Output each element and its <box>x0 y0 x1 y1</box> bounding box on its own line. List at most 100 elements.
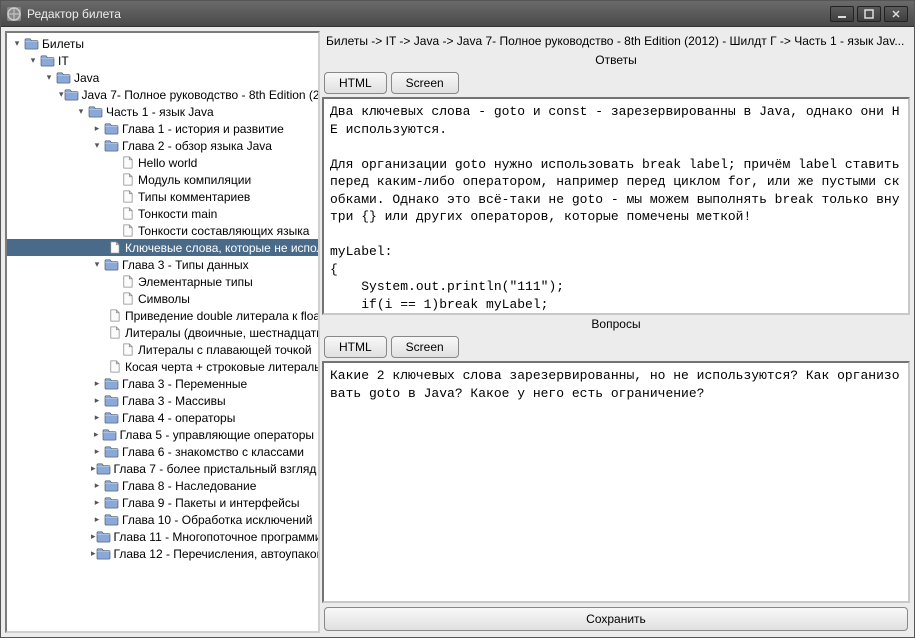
tree-node-label: Глава 5 - управляющие операторы <box>120 428 314 442</box>
file-icon <box>119 292 135 306</box>
folder-icon <box>102 428 117 442</box>
folder-icon <box>64 88 79 102</box>
questions-textarea[interactable]: Какие 2 ключевых слова зарезервированны,… <box>322 361 910 603</box>
folder-icon <box>103 496 119 510</box>
folder-icon <box>103 377 119 391</box>
tree-node[interactable]: ▸Глава 11 - Многопоточное программирован… <box>7 528 318 545</box>
tree-node[interactable]: Hello world <box>7 154 318 171</box>
content-panel: Билеты -> IT -> Java -> Java 7- Полное р… <box>320 27 914 637</box>
folder-icon <box>103 394 119 408</box>
expand-arrow-open-icon[interactable]: ▾ <box>75 106 87 117</box>
expand-arrow-closed-icon[interactable]: ▸ <box>91 429 102 440</box>
tree-node[interactable]: ▾ IT <box>7 52 318 69</box>
tree-node[interactable]: ▸ Глава 5 - управляющие операторы <box>7 426 318 443</box>
tree-node[interactable]: ▸Глава 7 - более пристальный взгляд <box>7 460 318 477</box>
tree-node[interactable]: ▸ Глава 4 - операторы <box>7 409 318 426</box>
tree-node[interactable]: ▾ Билеты <box>7 35 318 52</box>
ticket-tree[interactable]: ▾Билеты▾IT▾Java▾Java 7- Полное руководст… <box>7 33 318 564</box>
tree-node-label: Глава 4 - операторы <box>122 411 235 425</box>
tree-node[interactable]: ▾ Глава 2 - обзор языка Java <box>7 137 318 154</box>
close-button[interactable] <box>884 6 908 22</box>
questions-screen-button[interactable]: Screen <box>391 336 459 358</box>
tree-node-label: Глава 6 - знакомство с классами <box>122 445 304 459</box>
file-icon <box>107 360 122 374</box>
tree-node-label: IT <box>58 54 69 68</box>
expand-arrow-closed-icon[interactable]: ▸ <box>91 497 103 508</box>
tree-node[interactable]: ▾ Часть 1 - язык Java <box>7 103 318 120</box>
tree-node-label: Hello world <box>138 156 197 170</box>
folder-icon <box>103 513 119 527</box>
tree-node[interactable]: Приведение double литерала к float <box>7 307 318 324</box>
tree-node[interactable]: ▸Глава 12 - Перечисления, автоупаковка <box>7 545 318 562</box>
titlebar[interactable]: Редактор билета <box>1 1 914 27</box>
answers-screen-button[interactable]: Screen <box>391 72 459 94</box>
expand-arrow-open-icon[interactable]: ▾ <box>91 259 103 270</box>
folder-icon <box>96 462 111 476</box>
questions-html-button[interactable]: HTML <box>324 336 387 358</box>
expand-arrow-open-icon[interactable]: ▾ <box>43 72 55 83</box>
tree-node[interactable]: ▸ Глава 3 - Массивы <box>7 392 318 409</box>
save-row: Сохранить <box>322 603 910 633</box>
tree-node[interactable]: ▾ Java <box>7 69 318 86</box>
answers-textarea[interactable]: Два ключевых слова - goto и const - заре… <box>322 97 910 315</box>
tree-node-label: Глава 3 - Переменные <box>122 377 247 391</box>
tree-node[interactable]: Литералы с плавающей точкой <box>7 341 318 358</box>
main-area: ▾Билеты▾IT▾Java▾Java 7- Полное руководст… <box>1 27 914 637</box>
expand-arrow-closed-icon[interactable]: ▸ <box>91 480 103 491</box>
expand-arrow-closed-icon[interactable]: ▸ <box>91 123 103 134</box>
questions-header: Вопросы <box>322 315 910 333</box>
expand-arrow-closed-icon[interactable]: ▸ <box>91 514 103 525</box>
tree-node[interactable]: ▾ Глава 3 - Типы данных <box>7 256 318 273</box>
file-icon <box>119 224 135 238</box>
expand-arrow-open-icon[interactable]: ▾ <box>27 55 39 66</box>
tree-node[interactable]: Тонкости составляющих языка <box>7 222 318 239</box>
tree-node[interactable]: Элементарные типы <box>7 273 318 290</box>
expand-arrow-closed-icon[interactable]: ▸ <box>91 446 103 457</box>
tree-node-label: Часть 1 - язык Java <box>106 105 214 119</box>
tree-node-label: Билеты <box>42 37 84 51</box>
folder-icon <box>103 445 119 459</box>
file-icon <box>107 241 122 255</box>
tree-node-label: Глава 3 - Массивы <box>122 394 226 408</box>
tree-node-label: Глава 10 - Обработка исключений <box>122 513 312 527</box>
tree-node[interactable]: Тонкости main <box>7 205 318 222</box>
tree-node-label: Косая черта + строковые литералы <box>125 360 320 374</box>
expand-arrow-closed-icon[interactable]: ▸ <box>91 395 103 406</box>
tree-node-label: Глава 11 - Многопоточное программировани… <box>114 530 320 544</box>
answers-html-button[interactable]: HTML <box>324 72 387 94</box>
folder-icon <box>103 122 119 136</box>
file-icon <box>107 326 122 340</box>
expand-arrow-open-icon[interactable]: ▾ <box>91 140 103 151</box>
tree-node[interactable]: Ключевые слова, которые не используются <box>7 239 318 256</box>
tree-node[interactable]: ▸ Глава 3 - Переменные <box>7 375 318 392</box>
tree-node[interactable]: Модуль компиляции <box>7 171 318 188</box>
tree-node-label: Тонкости составляющих языка <box>138 224 309 238</box>
tree-node[interactable]: Литералы (двоичные, шестнадцатиричные) <box>7 324 318 341</box>
file-icon <box>119 173 135 187</box>
folder-icon <box>87 105 103 119</box>
tree-node[interactable]: ▸ Глава 10 - Обработка исключений <box>7 511 318 528</box>
minimize-button[interactable] <box>830 6 854 22</box>
tree-node-label: Глава 3 - Типы данных <box>122 258 249 272</box>
maximize-button[interactable] <box>857 6 881 22</box>
tree-node-label: Java <box>74 71 99 85</box>
tree-node[interactable]: Символы <box>7 290 318 307</box>
expand-arrow-open-icon[interactable]: ▾ <box>11 38 23 49</box>
tree-node[interactable]: ▾Java 7- Полное руководство - 8th Editio… <box>7 86 318 103</box>
tree-node[interactable]: ▸Глава 8 - Наследование <box>7 477 318 494</box>
answers-toolbar: HTML Screen <box>322 69 910 97</box>
file-icon <box>119 275 135 289</box>
tree-node-label: Литералы с плавающей точкой <box>138 343 312 357</box>
tree-node-label: Элементарные типы <box>138 275 253 289</box>
save-button[interactable]: Сохранить <box>324 607 908 631</box>
tree-node[interactable]: Косая черта + строковые литералы <box>7 358 318 375</box>
tree-node[interactable]: Типы комментариев <box>7 188 318 205</box>
folder-icon <box>103 411 119 425</box>
tree-node[interactable]: ▸ Глава 6 - знакомство с классами <box>7 443 318 460</box>
tree-node-label: Глава 2 - обзор языка Java <box>122 139 272 153</box>
expand-arrow-closed-icon[interactable]: ▸ <box>91 378 103 389</box>
tree-node[interactable]: ▸Глава 1 - история и развитие <box>7 120 318 137</box>
tree-panel: ▾Билеты▾IT▾Java▾Java 7- Полное руководст… <box>5 31 320 633</box>
expand-arrow-closed-icon[interactable]: ▸ <box>91 412 103 423</box>
tree-node[interactable]: ▸Глава 9 - Пакеты и интерфейсы <box>7 494 318 511</box>
